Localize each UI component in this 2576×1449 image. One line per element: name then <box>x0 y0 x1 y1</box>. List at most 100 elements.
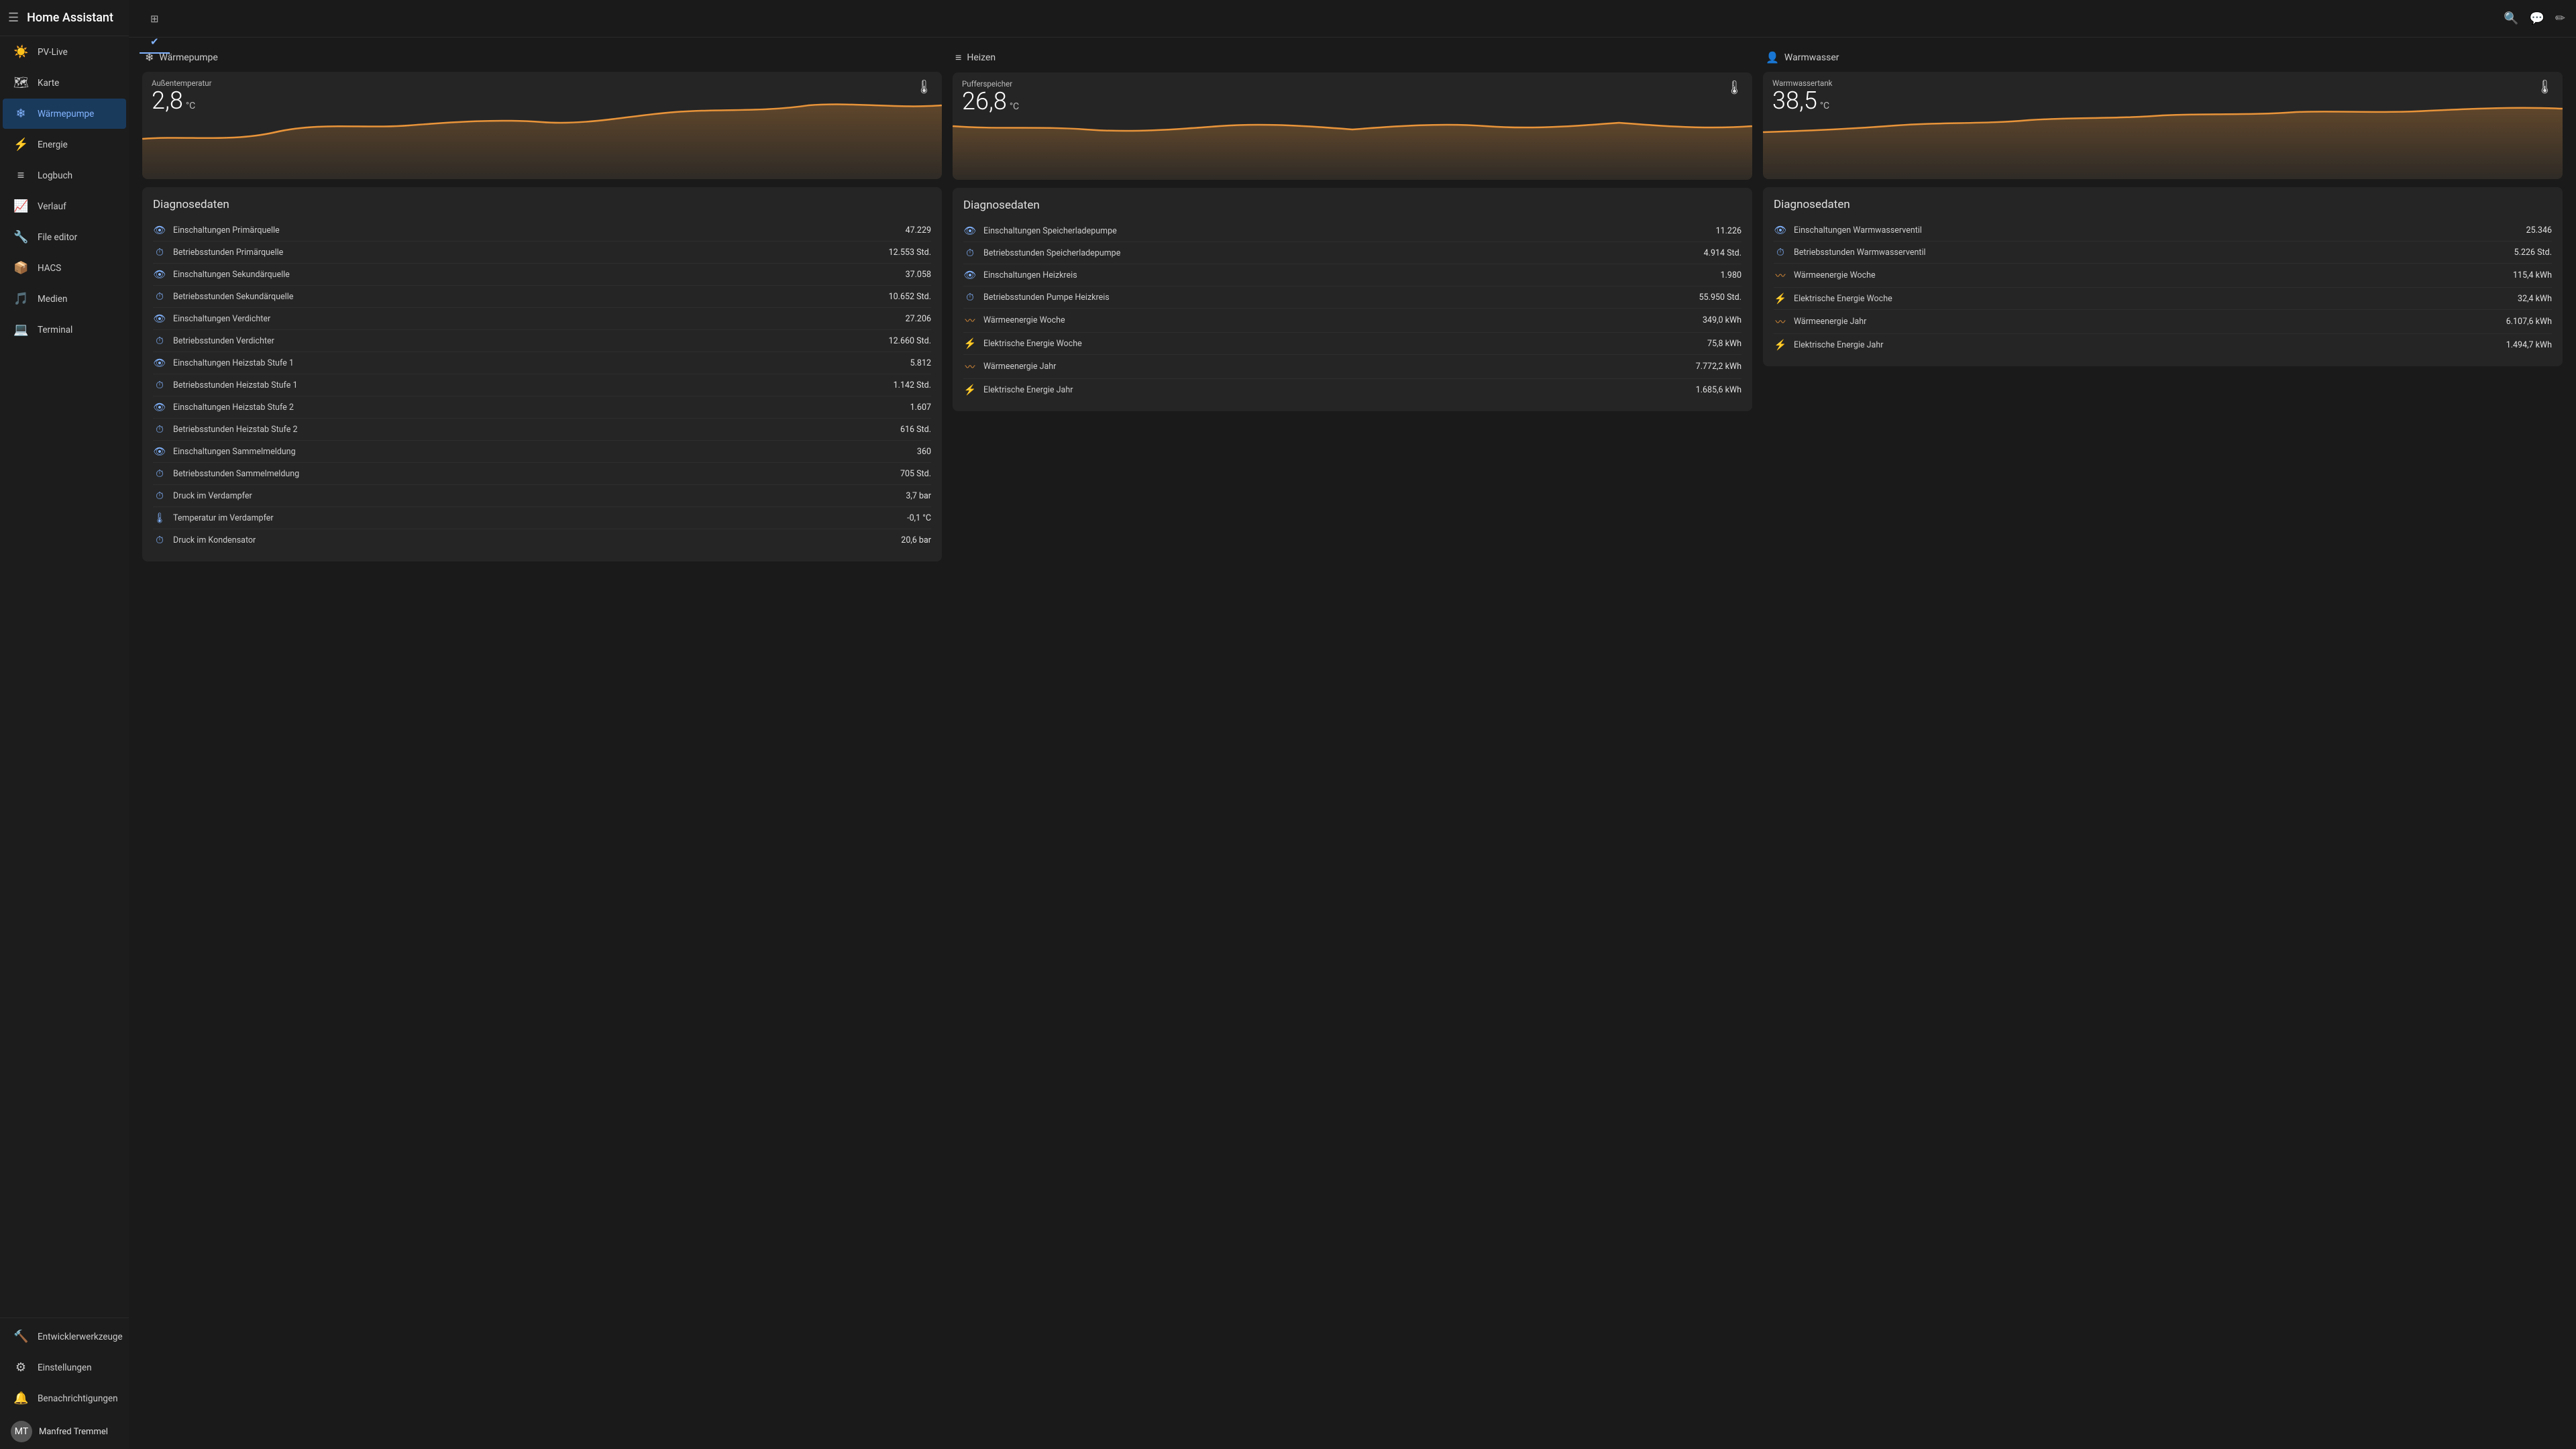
diag-row-label: Betriebsstunden Primärquelle <box>173 248 882 258</box>
diag-row-value: 25.346 <box>2526 225 2552 235</box>
diag-row-value: 4.914 Std. <box>1704 248 1741 258</box>
diag-row: ⚡ Elektrische Energie Jahr 1.685,6 kWh <box>963 379 1741 400</box>
heizen-header-icon: ≡ <box>955 51 961 64</box>
edit-icon[interactable]: ✏ <box>2555 11 2565 25</box>
eye-icon: 👁 <box>1774 224 1787 236</box>
diag-row-label: Einschaltungen Heizstab Stufe 2 <box>173 402 904 413</box>
diag-row: 👁 Einschaltungen Warmwasserventil 25.346 <box>1774 219 2552 241</box>
diag-row-value: 705 Std. <box>900 469 931 479</box>
diag-row-value: 1.980 <box>1721 270 1741 280</box>
clock-icon: ⏱ <box>153 423 166 435</box>
diag-row-label: Betriebsstunden Verdichter <box>173 336 882 346</box>
diag-row-value: 55.950 Std. <box>1699 292 1741 303</box>
diag-row: ⏱ Betriebsstunden Sammelmeldung 705 Std. <box>153 463 931 485</box>
sidebar-item-einstellungen[interactable]: ⚙Einstellungen <box>3 1352 126 1383</box>
warmwasser-header-label: Warmwasser <box>1784 52 1839 63</box>
sidebar-item-label: Benachrichtigungen <box>38 1393 118 1404</box>
einstellungen-icon: ⚙ <box>13 1360 28 1375</box>
diag-row-label: Elektrische Energie Jahr <box>983 385 1689 395</box>
diag-row-value: 616 Std. <box>900 425 931 435</box>
topbar: ℹ⊞✔ 🔍 💬 ✏ <box>129 0 2576 38</box>
bolt-icon: ⚡ <box>1774 339 1787 351</box>
diag-title-heizen: Diagnosedaten <box>963 199 1741 212</box>
hamburger-icon[interactable]: ☰ <box>8 11 19 25</box>
diag-row-label: Betriebsstunden Speicherladepumpe <box>983 248 1697 258</box>
diag-row-value: 75,8 kWh <box>1707 339 1741 349</box>
sidebar-item-label: Terminal <box>38 325 72 335</box>
diag-row-label: Einschaltungen Heizstab Stufe 1 <box>173 358 904 368</box>
section-header-warmwasser: 👤Warmwasser <box>1763 51 2563 64</box>
diag-row-value: 3,7 bar <box>906 491 931 501</box>
eye-icon: 👁 <box>153 445 166 458</box>
content-area: ❄Wärmepumpe Außentemperatur 2,8 °C 🌡 Dia… <box>129 38 2576 1449</box>
eye-icon: 👁 <box>153 313 166 325</box>
diag-card-warmwasser: Diagnosedaten 👁 Einschaltungen Warmwasse… <box>1763 187 2563 366</box>
bolt-icon: ⚡ <box>963 337 977 350</box>
diag-row-label: Wärmeenergie Jahr <box>983 362 1689 372</box>
temp-label-warmwasser: Warmwassertank 38,5 °C <box>1772 78 1833 115</box>
sidebar-item-label: Wärmepumpe <box>38 109 94 119</box>
sidebar-item-logbuch[interactable]: ≡Logbuch <box>3 160 126 191</box>
sidebar-item-verlauf[interactable]: 📈Verlauf <box>3 191 126 221</box>
flame-icon: 〰 <box>963 313 977 327</box>
diag-row-value: 360 <box>917 447 931 457</box>
app-title: Home Assistant <box>27 11 113 25</box>
topbar-actions: 🔍 💬 ✏ <box>2504 11 2565 25</box>
diag-row-value: 1.685,6 kWh <box>1696 385 1741 395</box>
bolt-icon: ⚡ <box>1774 292 1787 305</box>
eye-icon: 👁 <box>153 357 166 369</box>
diag-row: 👁 Einschaltungen Sammelmeldung 360 <box>153 441 931 463</box>
medien-icon: 🎵 <box>13 292 28 306</box>
pv-live-icon: ☀️ <box>13 45 28 59</box>
column-warmwasser: 👤Warmwasser Warmwassertank 38,5 °C 🌡 Dia… <box>1763 51 2563 1436</box>
sidebar-item-waermepumpe[interactable]: ❄Wärmepumpe <box>3 99 126 129</box>
clock-icon: ⏱ <box>153 534 166 546</box>
clock-icon: ⏱ <box>963 291 977 303</box>
eye-icon: 👁 <box>963 269 977 281</box>
thermometer-icon-heizen: 🌡 <box>1726 79 1743 95</box>
diag-row-label: Einschaltungen Warmwasserventil <box>1794 225 2520 235</box>
diag-row-label: Einschaltungen Sammelmeldung <box>173 447 910 457</box>
sidebar-item-hacs[interactable]: 📦 HACS <box>3 253 126 283</box>
chart-unit-warmwasser: °C <box>1820 101 1829 111</box>
sidebar-item-label: HACS <box>38 263 61 274</box>
sidebar-item-medien[interactable]: 🎵Medien <box>3 284 126 314</box>
check-tab[interactable]: ✔ <box>140 30 170 53</box>
temp-label-waermepumpe: Außentemperatur 2,8 °C <box>152 78 212 115</box>
diag-row: ⚡ Elektrische Energie Jahr 1.494,7 kWh <box>1774 334 2552 356</box>
sidebar-user[interactable]: MT Manfred Tremmel <box>0 1414 129 1449</box>
diag-row-label: Betriebsstunden Heizstab Stufe 1 <box>173 380 887 390</box>
diag-row: 👁 Einschaltungen Speicherladepumpe 11.22… <box>963 220 1741 242</box>
sidebar-item-entwicklerwerkzeuge[interactable]: 🔨Entwicklerwerkzeuge <box>3 1322 126 1352</box>
clock-icon: ⏱ <box>153 290 166 303</box>
diag-row-label: Wärmeenergie Woche <box>1794 270 2506 280</box>
waermepumpe-header-label: Wärmepumpe <box>159 52 217 63</box>
hacs-icon: 📦 <box>13 261 28 275</box>
diag-row-value: 6.107,6 kWh <box>2506 317 2552 327</box>
logbuch-icon: ≡ <box>13 168 28 182</box>
energie-icon: ⚡ <box>13 138 28 152</box>
sidebar-item-karte[interactable]: 🗺Karte <box>3 68 126 98</box>
diag-card-waermepumpe: Diagnosedaten 👁 Einschaltungen Primärque… <box>142 187 942 561</box>
search-icon[interactable]: 🔍 <box>2504 11 2518 25</box>
chart-card-warmwasser: Warmwassertank 38,5 °C 🌡 <box>1763 72 2563 179</box>
chart-unit-heizen: °C <box>1010 101 1019 112</box>
diag-row-label: Druck im Verdampfer <box>173 491 899 501</box>
sidebar-item-benachrichtigungen[interactable]: 🔔Benachrichtigungen <box>3 1383 126 1413</box>
thermometer-icon-warmwasser: 🌡 <box>2536 78 2553 95</box>
clock-icon: ⏱ <box>153 468 166 480</box>
info-tab[interactable]: ℹ <box>140 0 170 7</box>
sidebar-item-pv-live[interactable]: ☀️PV-Live <box>3 37 126 67</box>
temp-label-heizen: Pufferspeicher 26,8 °C <box>962 79 1019 115</box>
dashboard-tab[interactable]: ⊞ <box>140 7 170 30</box>
diag-row: ⚡ Elektrische Energie Woche 32,4 kWh <box>1774 288 2552 310</box>
verlauf-icon: 📈 <box>13 199 28 213</box>
sidebar-item-terminal[interactable]: 💻Terminal <box>3 315 126 345</box>
sidebar-item-label: Energie <box>38 140 68 150</box>
eye-icon: 👁 <box>153 268 166 280</box>
sidebar-item-energie[interactable]: ⚡ Energie <box>3 129 126 160</box>
diag-row-value: 5.812 <box>910 358 931 368</box>
chat-icon[interactable]: 💬 <box>2529 11 2544 25</box>
sidebar-item-file-editor[interactable]: 🔧File editor <box>3 222 126 252</box>
diag-row: 👁 Einschaltungen Primärquelle 47.229 <box>153 219 931 241</box>
